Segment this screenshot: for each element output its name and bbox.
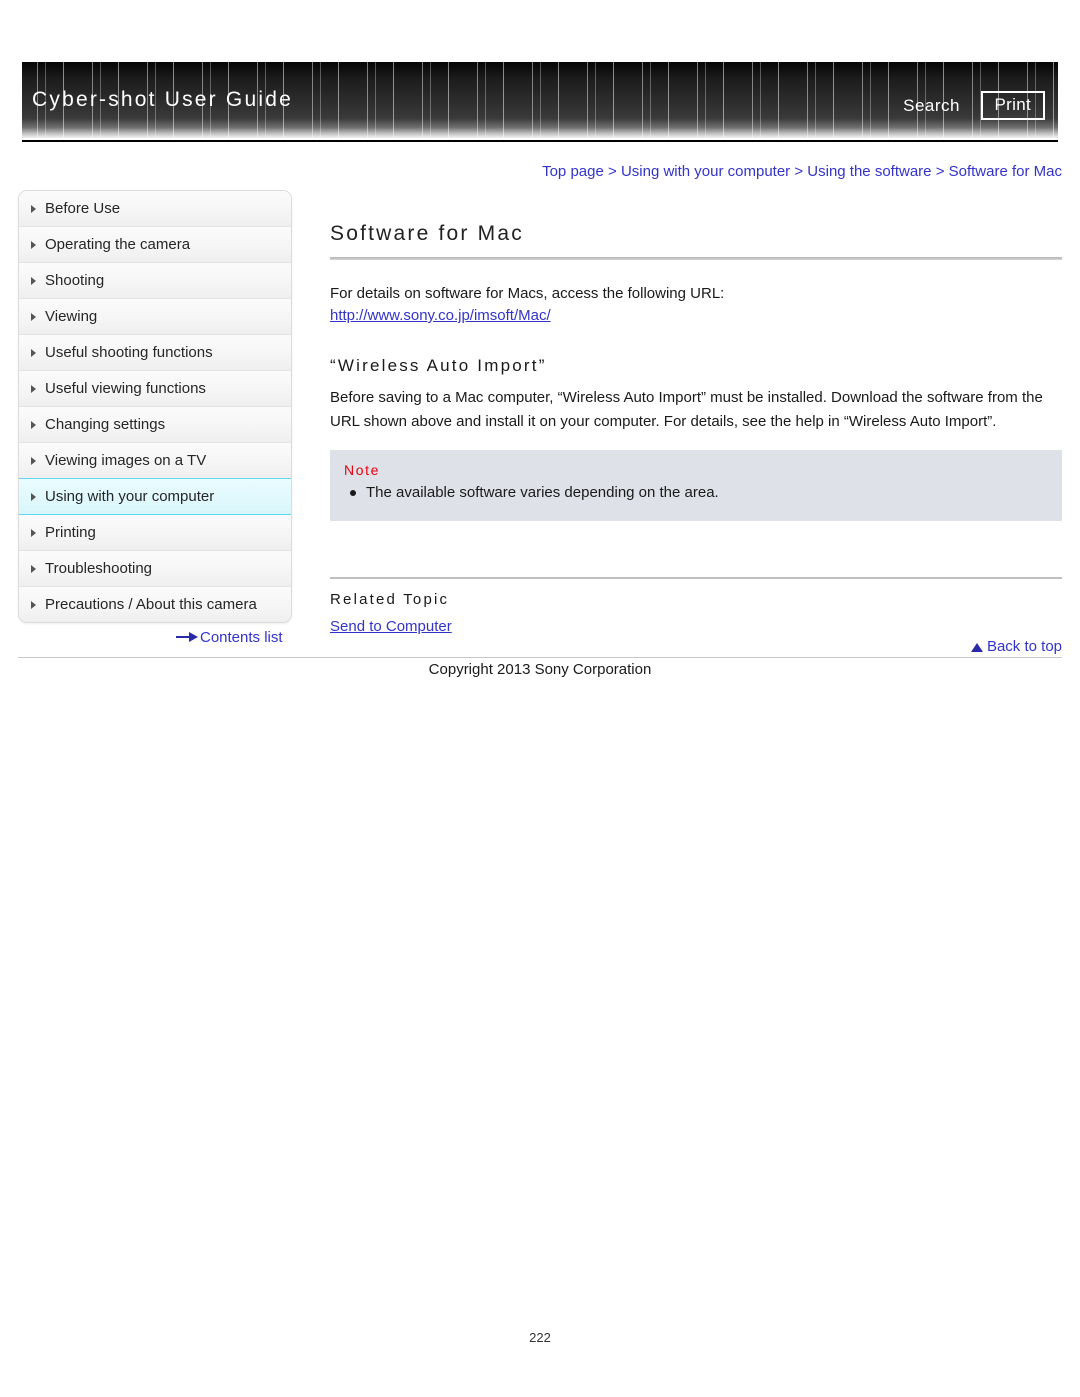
sidebar-navigation: Before Use Operating the camera Shooting… <box>18 190 292 623</box>
sidebar-item-label: Shooting <box>45 272 105 289</box>
software-url-link[interactable]: http://www.sony.co.jp/imsoft/Mac/ <box>330 307 1062 324</box>
sidebar-item-viewing-images-on-a-tv[interactable]: Viewing images on a TV <box>19 443 291 479</box>
sidebar-item-useful-viewing-functions[interactable]: Useful viewing functions <box>19 371 291 407</box>
body-paragraph: Before saving to a Mac computer, “Wirele… <box>330 389 1043 430</box>
back-to-top-label: Back to top <box>986 638 1062 655</box>
copyright-text: Copyright 2013 Sony Corporation <box>428 661 652 678</box>
breadcrumb-item-using-the-software[interactable]: Using the software <box>807 163 931 180</box>
header-divider <box>22 140 1058 142</box>
related-topic-link-send-to-computer[interactable]: Send to Computer <box>330 618 1062 635</box>
back-to-top-link[interactable]: Back to top <box>970 638 1062 655</box>
sidebar-item-viewing[interactable]: Viewing <box>19 299 291 335</box>
chevron-right-icon <box>31 528 36 537</box>
sidebar-item-label: Viewing images on a TV <box>45 452 207 469</box>
triangle-up-icon <box>970 643 983 652</box>
chevron-right-icon <box>31 492 36 501</box>
print-button[interactable]: Print <box>980 91 1045 120</box>
chevron-right-icon <box>31 348 36 357</box>
sidebar-item-operating-the-camera[interactable]: Operating the camera <box>19 227 291 263</box>
breadcrumb-item-software-for-mac: Software for Mac <box>948 163 1062 180</box>
sidebar-item-printing[interactable]: Printing <box>19 515 291 551</box>
page-title: Software for Mac <box>330 222 524 245</box>
related-topic-divider <box>330 577 1062 579</box>
chevron-right-icon <box>31 456 36 465</box>
breadcrumb-item-using-with-your-computer[interactable]: Using with your computer <box>621 163 790 180</box>
sidebar-item-label: Using with your computer <box>45 488 215 505</box>
breadcrumb-separator: > <box>608 163 617 180</box>
chevron-right-icon <box>31 564 36 573</box>
chevron-right-icon <box>31 276 36 285</box>
sidebar-item-label: Printing <box>45 524 96 541</box>
sidebar-item-shooting[interactable]: Shooting <box>19 263 291 299</box>
breadcrumb-item-top-page[interactable]: Top page <box>542 163 604 180</box>
section-subheading: “Wireless Auto Import” <box>330 356 547 375</box>
breadcrumb[interactable]: Top page > Using with your computer > Us… <box>542 163 1062 180</box>
site-title: Cyber-shot User Guide <box>32 88 293 111</box>
sidebar-item-changing-settings[interactable]: Changing settings <box>19 407 291 443</box>
note-label: Note <box>344 462 380 478</box>
site-header-banner: Cyber-shot User Guide Search Print <box>22 62 1058 138</box>
bullet-icon <box>350 490 356 496</box>
note-item: The available software varies depending … <box>344 483 1048 503</box>
contents-list-label: Contents list <box>200 629 283 646</box>
sidebar-item-label: Troubleshooting <box>45 560 153 577</box>
sidebar-item-before-use[interactable]: Before Use <box>19 191 291 227</box>
sidebar-item-label: Precautions / About this camera <box>45 596 257 613</box>
sidebar-item-label: Changing settings <box>45 416 166 433</box>
chevron-right-icon <box>31 312 36 321</box>
chevron-right-icon <box>31 204 36 213</box>
main-content: Software for Mac For details on software… <box>330 190 1062 635</box>
sidebar-item-troubleshooting[interactable]: Troubleshooting <box>19 551 291 587</box>
sidebar-item-label: Useful viewing functions <box>45 380 206 397</box>
sidebar-item-precautions-about-this-camera[interactable]: Precautions / About this camera <box>19 587 291 622</box>
chevron-right-icon <box>31 600 36 609</box>
arrow-right-icon <box>176 632 198 643</box>
chevron-right-icon <box>31 420 36 429</box>
sidebar-item-using-with-your-computer[interactable]: Using with your computer <box>19 478 291 515</box>
sidebar-item-label: Before Use <box>45 200 121 217</box>
page-number: 222 <box>529 1330 551 1345</box>
sidebar-item-useful-shooting-functions[interactable]: Useful shooting functions <box>19 335 291 371</box>
sidebar-item-label: Useful shooting functions <box>45 344 213 361</box>
search-button[interactable]: Search <box>903 96 960 116</box>
footer-divider <box>18 657 1062 658</box>
sidebar-item-label: Viewing <box>45 308 98 325</box>
breadcrumb-separator: > <box>935 163 945 180</box>
breadcrumb-separator: > <box>794 163 804 180</box>
related-topic-label: Related Topic <box>330 591 450 608</box>
note-item-text: The available software varies depending … <box>366 484 719 501</box>
intro-paragraph: For details on software for Macs, access… <box>330 285 725 302</box>
note-box: Note The available software varies depen… <box>330 450 1062 521</box>
contents-list-link[interactable]: Contents list <box>176 629 283 646</box>
chevron-right-icon <box>31 384 36 393</box>
title-divider <box>330 257 1062 260</box>
sidebar-item-label: Operating the camera <box>45 236 191 253</box>
chevron-right-icon <box>31 240 36 249</box>
